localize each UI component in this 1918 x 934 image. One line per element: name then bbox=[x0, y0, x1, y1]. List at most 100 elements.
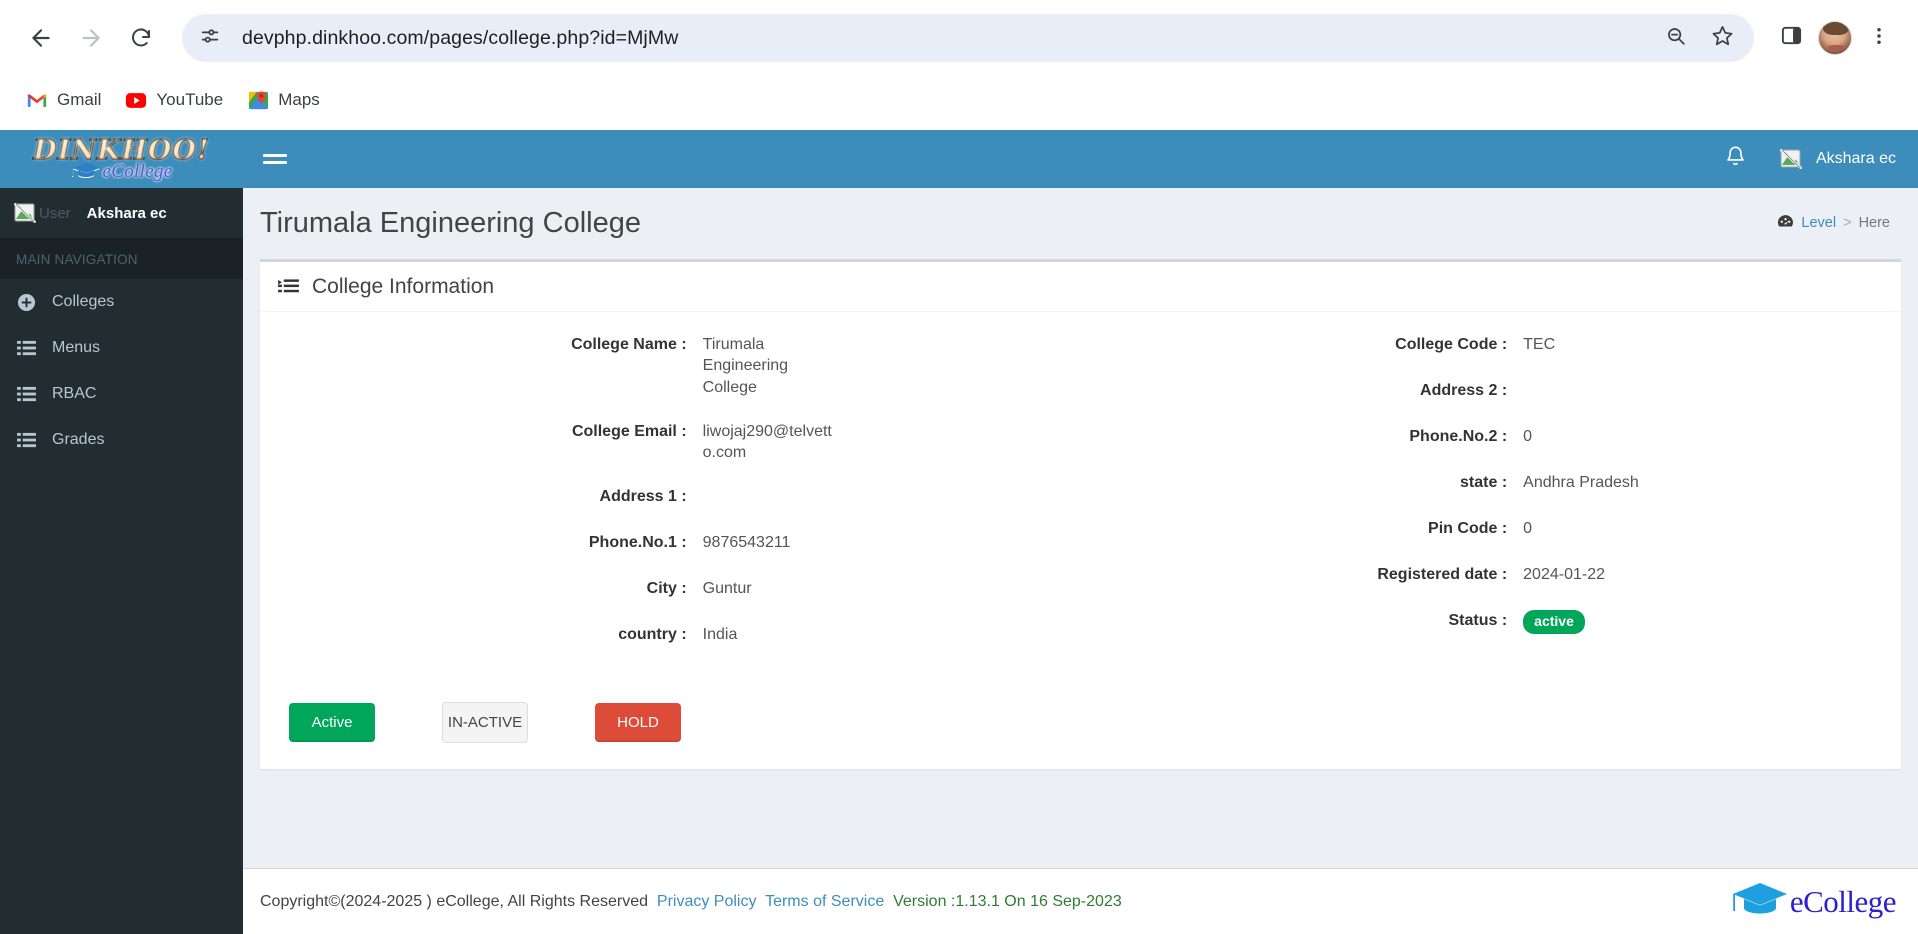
info-row: Address 1 : bbox=[260, 486, 1081, 510]
info-value-college-email: liwojaj290@telvetto.com bbox=[702, 422, 832, 462]
side-panel-icon bbox=[1780, 24, 1803, 52]
info-value-registered-date: 2024-01-22 bbox=[1523, 565, 1605, 583]
info-row: state : Andhra Pradesh bbox=[1081, 472, 1902, 496]
breadcrumb-level-link[interactable]: Level bbox=[1801, 215, 1836, 231]
main-content: Akshara ec Tirumala Engineering College … bbox=[243, 130, 1918, 934]
bookmark-gmail[interactable]: Gmail bbox=[16, 84, 111, 116]
privacy-policy-link[interactable]: Privacy Policy bbox=[657, 893, 757, 910]
page-title: Tirumala Engineering College bbox=[260, 207, 641, 239]
info-value-city: Guntur bbox=[702, 579, 752, 597]
youtube-icon bbox=[125, 90, 147, 110]
info-value-country: India bbox=[702, 625, 738, 643]
info-value-phone-2: 0 bbox=[1523, 427, 1533, 445]
brand-logo[interactable]: DINKHOO! eCollege bbox=[0, 130, 243, 188]
info-row: City : Guntur bbox=[260, 578, 1081, 602]
sidebar: DINKHOO! eCollege User Akshara ec MAIN N… bbox=[0, 130, 243, 934]
info-label: Address 1 : bbox=[599, 487, 687, 505]
sidebar-item-label: RBAC bbox=[52, 385, 97, 402]
topbar-user-menu[interactable]: Akshara ec bbox=[1779, 149, 1896, 169]
info-label: Pin Code : bbox=[1428, 519, 1508, 537]
application-window: DINKHOO! eCollege User Akshara ec MAIN N… bbox=[0, 130, 1918, 934]
list-icon bbox=[16, 386, 36, 403]
url-text[interactable]: devphp.dinkhoo.com/pages/college.php?id=… bbox=[228, 27, 1648, 50]
hamburger-icon-bar bbox=[263, 154, 287, 157]
sidebar-user-panel[interactable]: User Akshara ec bbox=[0, 188, 243, 239]
topbar: Akshara ec bbox=[243, 130, 1918, 188]
list-alt-icon bbox=[278, 278, 299, 295]
browser-actions bbox=[1770, 17, 1900, 59]
set-inactive-button[interactable]: IN-ACTIVE bbox=[442, 701, 528, 743]
info-row: country : India bbox=[260, 624, 1081, 648]
status-badge: active bbox=[1523, 609, 1585, 634]
reload-button[interactable] bbox=[118, 15, 164, 61]
list-icon bbox=[16, 432, 36, 449]
bookmark-youtube[interactable]: YouTube bbox=[115, 84, 233, 116]
card-action-buttons: Active IN-ACTIVE HOLD bbox=[260, 688, 1901, 769]
nav-section-heading: MAIN NAVIGATION bbox=[0, 239, 243, 279]
forward-button[interactable] bbox=[68, 15, 114, 61]
college-info-grid: College Name : Tirumala Engineering Coll… bbox=[260, 312, 1901, 688]
sidebar-toggle-button[interactable] bbox=[263, 150, 287, 168]
more-vertical-icon bbox=[1868, 25, 1890, 52]
profile-avatar-icon bbox=[1818, 21, 1852, 55]
info-column-left: College Name : Tirumala Engineering Coll… bbox=[260, 334, 1081, 670]
sidebar-user-avatar-alt: User bbox=[39, 204, 71, 222]
info-row: College Code : TEC bbox=[1081, 334, 1902, 358]
breadcrumb: Level > Here bbox=[1777, 214, 1890, 233]
notifications-button[interactable] bbox=[1725, 145, 1746, 173]
zoom-button[interactable] bbox=[1658, 20, 1694, 56]
maps-icon bbox=[247, 90, 269, 110]
graduation-cap-icon bbox=[71, 162, 101, 181]
profile-button[interactable] bbox=[1814, 17, 1856, 59]
info-row: Registered date : 2024-01-22 bbox=[1081, 564, 1902, 588]
info-row: Address 2 : bbox=[1081, 380, 1902, 404]
bookmark-maps[interactable]: Maps bbox=[237, 84, 330, 116]
info-value-state: Andhra Pradesh bbox=[1523, 473, 1639, 491]
bookmark-button[interactable] bbox=[1704, 20, 1740, 56]
sidebar-user-name: Akshara ec bbox=[86, 204, 167, 222]
info-column-right: College Code : TEC Address 2 : Phone.No.… bbox=[1081, 334, 1902, 670]
sidebar-item-label: Colleges bbox=[52, 293, 115, 310]
card-title: College Information bbox=[312, 274, 495, 298]
zoom-out-magnifier-icon bbox=[1665, 25, 1687, 52]
hamburger-icon-bar bbox=[263, 161, 287, 164]
sidebar-item-label: Menus bbox=[52, 339, 101, 356]
gmail-icon bbox=[26, 90, 48, 110]
info-row: Phone.No.2 : 0 bbox=[1081, 426, 1902, 450]
browser-toolbar: devphp.dinkhoo.com/pages/college.php?id=… bbox=[0, 0, 1918, 76]
list-icon bbox=[16, 340, 36, 357]
sidebar-item-menus[interactable]: Menus bbox=[0, 325, 243, 371]
broken-image-icon bbox=[14, 203, 36, 223]
info-label: City : bbox=[646, 579, 687, 597]
info-value-status: active bbox=[1507, 609, 1901, 634]
breadcrumb-separator: > bbox=[1843, 215, 1852, 232]
dashboard-icon bbox=[1777, 214, 1794, 233]
side-panel-button[interactable] bbox=[1770, 17, 1812, 59]
sidebar-item-rbac[interactable]: RBAC bbox=[0, 371, 243, 417]
address-bar[interactable]: devphp.dinkhoo.com/pages/college.php?id=… bbox=[182, 14, 1754, 62]
plus-circle-icon bbox=[16, 293, 36, 312]
page-footer: Copyright©(2024-2025 ) eCollege, All Rig… bbox=[243, 868, 1918, 934]
info-row: College Email : liwojaj290@telvetto.com bbox=[260, 421, 1081, 464]
set-active-button[interactable]: Active bbox=[289, 702, 375, 742]
info-label: Registered date : bbox=[1377, 565, 1508, 583]
info-label: state : bbox=[1460, 473, 1508, 491]
sidebar-item-colleges[interactable]: Colleges bbox=[0, 279, 243, 325]
forward-arrow-icon bbox=[78, 25, 104, 51]
bell-icon bbox=[1725, 145, 1746, 173]
info-row: Phone.No.1 : 9876543211 bbox=[260, 532, 1081, 556]
site-settings-button[interactable] bbox=[192, 20, 228, 56]
back-button[interactable] bbox=[18, 15, 64, 61]
set-hold-button[interactable]: HOLD bbox=[595, 702, 681, 742]
info-label: College Email : bbox=[571, 422, 687, 440]
footer-copyright: Copyright©(2024-2025 ) eCollege, All Rig… bbox=[260, 892, 648, 910]
broken-image-icon bbox=[1779, 149, 1802, 169]
bookmark-label: Maps bbox=[278, 90, 320, 109]
sidebar-nav: Colleges Menus RBAC Grades bbox=[0, 279, 243, 463]
terms-of-service-link[interactable]: Terms of Service bbox=[765, 893, 884, 910]
footer-content: Copyright©(2024-2025 ) eCollege, All Rig… bbox=[260, 893, 1122, 911]
info-row: Status : active bbox=[1081, 609, 1902, 634]
chrome-menu-button[interactable] bbox=[1858, 17, 1900, 59]
reload-icon bbox=[129, 26, 153, 50]
sidebar-item-grades[interactable]: Grades bbox=[0, 417, 243, 463]
